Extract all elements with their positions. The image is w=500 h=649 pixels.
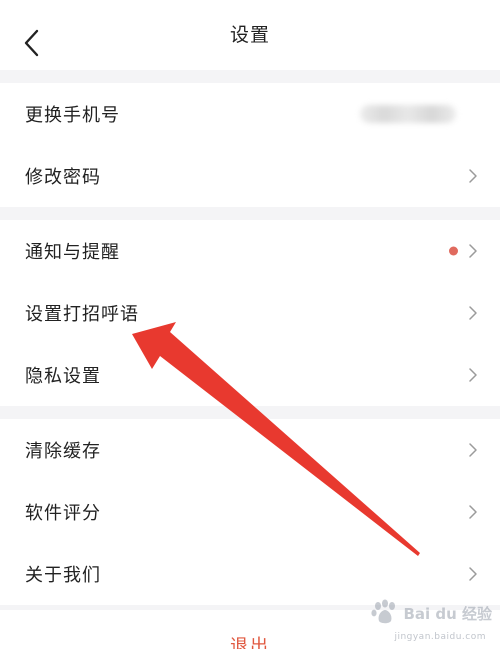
chevron-right-icon bbox=[468, 305, 478, 321]
row-about-us[interactable]: 关于我们 bbox=[0, 543, 500, 605]
row-label: 通知与提醒 bbox=[25, 242, 120, 263]
chevron-right-icon bbox=[468, 504, 478, 520]
logout-label: 退出 bbox=[230, 636, 270, 649]
row-greeting[interactable]: 设置打招呼语 bbox=[0, 282, 500, 344]
section-gap bbox=[0, 406, 500, 419]
phone-number-blurred bbox=[360, 105, 456, 123]
settings-group-notify: 通知与提醒 设置打招呼语 隐私设置 bbox=[0, 220, 500, 406]
row-change-password[interactable]: 修改密码 bbox=[0, 145, 500, 207]
chevron-right-icon bbox=[468, 442, 478, 458]
chevron-right-icon bbox=[468, 243, 478, 259]
row-label: 隐私设置 bbox=[25, 366, 101, 387]
row-notifications[interactable]: 通知与提醒 bbox=[0, 220, 500, 282]
row-privacy[interactable]: 隐私设置 bbox=[0, 344, 500, 406]
logout-button[interactable]: 退出 bbox=[0, 632, 500, 649]
row-label: 关于我们 bbox=[25, 565, 101, 586]
row-rate-app[interactable]: 软件评分 bbox=[0, 481, 500, 543]
chevron-right-icon bbox=[468, 367, 478, 383]
nav-header: 设置 bbox=[0, 0, 500, 70]
row-label: 设置打招呼语 bbox=[25, 304, 139, 325]
row-clear-cache[interactable]: 清除缓存 bbox=[0, 419, 500, 481]
settings-group-misc: 清除缓存 软件评分 关于我们 bbox=[0, 419, 500, 605]
row-change-phone[interactable]: 更换手机号 bbox=[0, 83, 500, 145]
chevron-right-icon bbox=[468, 168, 478, 184]
section-gap bbox=[0, 70, 500, 83]
unread-dot-badge bbox=[449, 246, 458, 256]
chevron-right-icon bbox=[468, 566, 478, 582]
row-label: 清除缓存 bbox=[25, 441, 101, 462]
row-label: 更换手机号 bbox=[25, 105, 120, 126]
settings-group-account: 更换手机号 修改密码 bbox=[0, 83, 500, 207]
page-title: 设置 bbox=[229, 24, 270, 46]
row-label: 软件评分 bbox=[25, 503, 101, 524]
section-gap bbox=[0, 207, 500, 220]
row-label: 修改密码 bbox=[25, 167, 101, 188]
